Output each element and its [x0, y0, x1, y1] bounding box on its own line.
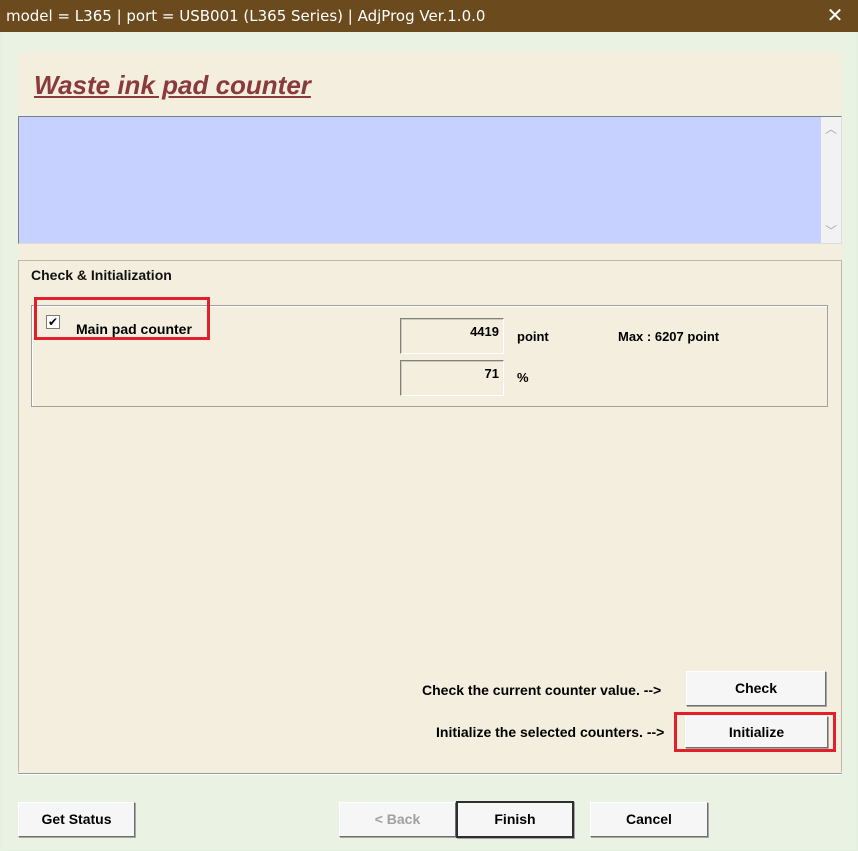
message-area[interactable]: ︿ ﹀	[18, 116, 842, 244]
checkbox-highlight-box	[34, 297, 210, 340]
close-icon[interactable]: ✕	[812, 0, 858, 32]
scroll-up-icon[interactable]: ︿	[821, 119, 841, 139]
initialize-caption: Initialize the selected counters. -->	[436, 724, 665, 740]
dialog-client-area: Waste ink pad counter ︿ ﹀ Check & Initia…	[2, 32, 856, 849]
scroll-down-icon[interactable]: ﹀	[821, 221, 841, 241]
header-band: Waste ink pad counter	[18, 52, 842, 114]
point-unit-label: point	[517, 329, 549, 344]
group-title: Check & Initialization	[29, 267, 174, 283]
window-titlebar: model = L365 | port = USB001 (L365 Serie…	[0, 0, 858, 32]
get-status-button[interactable]: Get Status	[18, 802, 135, 837]
point-value-field: 4419	[400, 318, 504, 354]
back-button[interactable]: < Back	[339, 802, 456, 837]
max-point-label: Max : 6207 point	[618, 329, 720, 344]
percent-value-field: 71	[400, 360, 504, 396]
vertical-scrollbar[interactable]: ︿ ﹀	[821, 117, 841, 243]
cancel-button[interactable]: Cancel	[590, 802, 708, 837]
check-button[interactable]: Check	[686, 671, 826, 706]
page-title: Waste ink pad counter	[34, 70, 311, 100]
initialize-highlight-box	[674, 712, 836, 752]
finish-button[interactable]: Finish	[456, 801, 574, 838]
check-caption: Check the current counter value. -->	[422, 682, 662, 698]
window-title: model = L365 | port = USB001 (L365 Serie…	[6, 7, 486, 25]
footer-separator	[18, 773, 842, 775]
percent-unit-label: %	[517, 370, 529, 385]
